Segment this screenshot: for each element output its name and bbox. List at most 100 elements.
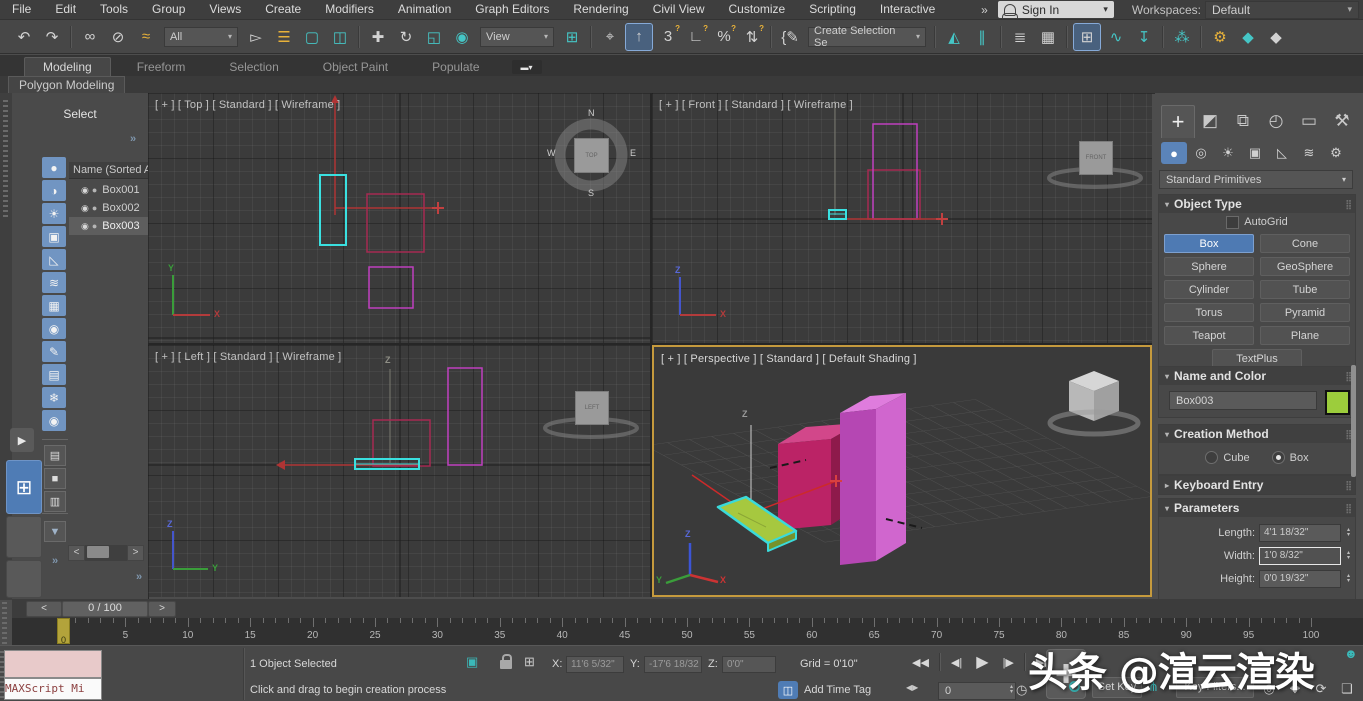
command-panel-scrollbar[interactable] <box>1351 365 1356 477</box>
hierarchy-tab[interactable]: ⧉ <box>1227 105 1259 137</box>
rollout-grip-icon[interactable]: ⣿ <box>1345 503 1352 514</box>
height-field[interactable]: 0'0 19/32" <box>1259 569 1341 588</box>
menu-file[interactable]: File <box>0 0 43 19</box>
time-slider-handle[interactable]: 0 / 100 <box>62 601 148 617</box>
spinner-arrows[interactable]: ▴ ▾ <box>1347 527 1350 538</box>
bind-to-space-warp-icon[interactable]: ≈ <box>133 24 159 50</box>
motion-tab[interactable]: ◴ <box>1260 105 1292 137</box>
percent-snap-icon[interactable]: %? <box>711 24 737 50</box>
compass-south[interactable]: S <box>588 188 594 198</box>
toggle-scene-explorer-icon[interactable]: ▦ <box>1035 24 1061 50</box>
ribbon-tab-selection[interactable]: Selection <box>211 58 296 76</box>
isolate-selection-icon[interactable]: ▣ <box>466 654 478 670</box>
display-shapes-icon[interactable]: ◑ <box>42 180 66 201</box>
select-place-icon[interactable]: ◉ <box>449 24 475 50</box>
menu-rendering[interactable]: Rendering <box>561 0 640 19</box>
toggle-ribbon-icon[interactable]: ⊞ <box>1073 22 1101 51</box>
ribbon-flyout-button[interactable]: ▬▾ <box>511 60 542 74</box>
teapot-button[interactable]: Teapot <box>1164 326 1254 345</box>
viewport-layout-tab-quad[interactable]: ⊞ <box>6 460 42 514</box>
modify-tab[interactable]: ◩ <box>1194 105 1226 137</box>
viewport-left-label[interactable]: [ + ] [ Left ] [ Standard ] [ Wireframe … <box>155 351 341 363</box>
rollout-grip-icon[interactable]: ⣿ <box>1345 199 1352 210</box>
workspace-dropdown[interactable]: Default ▾ <box>1205 0 1359 19</box>
menu-graph-editors[interactable]: Graph Editors <box>463 0 561 19</box>
autogrid-checkbox[interactable] <box>1226 215 1240 229</box>
menu-customize[interactable]: Customize <box>717 0 798 19</box>
ribbon-tab-populate[interactable]: Populate <box>414 58 497 76</box>
width-field[interactable]: 1'0 8/32" <box>1259 546 1341 565</box>
angle-snap-icon[interactable]: ∟? <box>683 24 709 50</box>
parameters-header[interactable]: ▾ Parameters ⣿ <box>1159 499 1355 517</box>
spacewarps-category[interactable]: ≋ <box>1296 142 1322 164</box>
schematic-view-icon[interactable]: ↧ <box>1131 24 1157 50</box>
display-helpers-icon[interactable]: ◺ <box>42 249 66 270</box>
tab-polygon-modeling[interactable]: Polygon Modeling <box>8 76 126 93</box>
length-field[interactable]: 4'1 18/32" <box>1259 523 1341 542</box>
menu-overflow-chevron[interactable]: » <box>975 3 994 17</box>
explorer-row-box001[interactable]: ◉ ● Box001 <box>69 181 148 199</box>
object-type-header[interactable]: ▾ Object Type ⣿ <box>1159 195 1355 213</box>
rectangular-selection-icon[interactable]: ▢ <box>299 24 325 50</box>
go-to-start-button[interactable]: ◀◀ <box>905 656 936 669</box>
detail-view-icon[interactable]: ▥ <box>44 491 66 512</box>
display-groups-icon[interactable]: ▤ <box>42 364 66 385</box>
add-time-tag-text[interactable]: Add Time Tag <box>804 684 871 696</box>
y-coordinate-field[interactable]: -17'6 18/32 <box>644 656 702 673</box>
helpers-category[interactable]: ◺ <box>1269 142 1295 164</box>
time-slider-prev-button[interactable]: < <box>26 601 62 617</box>
select-by-name-icon[interactable]: ☰ <box>271 24 297 50</box>
visibility-eye-icon[interactable]: ◉ <box>81 203 89 214</box>
curve-editor-icon[interactable]: ∿ <box>1103 24 1129 50</box>
menu-tools[interactable]: Tools <box>88 0 140 19</box>
creation-method-cube-radio[interactable]: Cube <box>1205 451 1250 464</box>
reference-coordinate-dropdown[interactable]: View ▾ <box>480 26 554 47</box>
explorer-row-box003[interactable]: ◉ ● Box003 <box>69 217 148 235</box>
tube-button[interactable]: Tube <box>1260 280 1350 299</box>
spinner-arrows[interactable]: ▴ ▾ <box>1347 550 1350 561</box>
name-color-header[interactable]: ▾ Name and Color ⣿ <box>1159 367 1355 385</box>
snap-3d-icon[interactable]: 3? <box>655 24 681 50</box>
drag-grip[interactable] <box>2 600 7 644</box>
ribbon-tab-object-paint[interactable]: Object Paint <box>305 58 406 76</box>
selection-lock-icon[interactable] <box>500 654 512 669</box>
drag-grip[interactable] <box>3 97 8 217</box>
cameras-category[interactable]: ▣ <box>1242 142 1268 164</box>
primitives-category-dropdown[interactable]: Standard Primitives ▾ <box>1159 170 1353 189</box>
select-scale-icon[interactable]: ◱ <box>421 24 447 50</box>
spinner-arrows[interactable]: ▴ ▾ <box>1347 573 1350 584</box>
geometry-category[interactable]: ● <box>1161 142 1187 164</box>
select-move-icon[interactable]: ✚ <box>365 24 391 50</box>
named-sets-dropdown[interactable]: Create Selection Se ▾ <box>808 25 926 49</box>
create-tab[interactable]: + <box>1161 105 1195 138</box>
display-lights-icon[interactable]: ☀ <box>42 203 66 224</box>
play-button[interactable]: ▶ <box>969 652 995 672</box>
visibility-eye-icon[interactable]: ◉ <box>81 185 89 196</box>
spinner-snap-icon[interactable]: ⇅? <box>739 24 765 50</box>
sphere-button[interactable]: Sphere <box>1164 257 1254 276</box>
macro-recorder-pane[interactable] <box>4 650 102 678</box>
display-tab[interactable]: ▭ <box>1293 105 1325 137</box>
display-hidden-eye-icon[interactable]: ◉ <box>42 410 66 431</box>
select-link-icon[interactable]: ∞ <box>77 24 103 50</box>
menu-scripting[interactable]: Scripting <box>797 0 868 19</box>
select-rotate-icon[interactable]: ↻ <box>393 24 419 50</box>
menu-create[interactable]: Create <box>253 0 313 19</box>
explorer-row-box002[interactable]: ◉ ● Box002 <box>69 199 148 217</box>
torus-button[interactable]: Torus <box>1164 303 1254 322</box>
snaps-toggle-icon[interactable]: ↑ <box>625 22 653 51</box>
menu-views[interactable]: Views <box>197 0 253 19</box>
viewport-layout-tab-3[interactable] <box>6 560 42 598</box>
utilities-tab[interactable]: ⚒ <box>1326 105 1358 137</box>
redo-icon[interactable]: ↷ <box>39 24 65 50</box>
transform-type-in-icon[interactable]: ⊞ <box>524 654 535 670</box>
selection-filter-dropdown[interactable]: All ▾ <box>164 26 238 47</box>
current-frame-field[interactable]: 0 ▴ ▾ <box>938 682 1016 700</box>
scroll-right-button[interactable]: > <box>127 545 144 561</box>
frame-spinner-arrows-icon[interactable]: ◀▶ <box>906 683 918 692</box>
display-containers-icon[interactable]: ◉ <box>42 318 66 339</box>
panel-expand-chevron[interactable]: » <box>52 555 58 567</box>
cone-button[interactable]: Cone <box>1260 234 1350 253</box>
creation-method-box-radio[interactable]: Box <box>1271 451 1309 464</box>
lights-category[interactable]: ☀ <box>1215 142 1241 164</box>
